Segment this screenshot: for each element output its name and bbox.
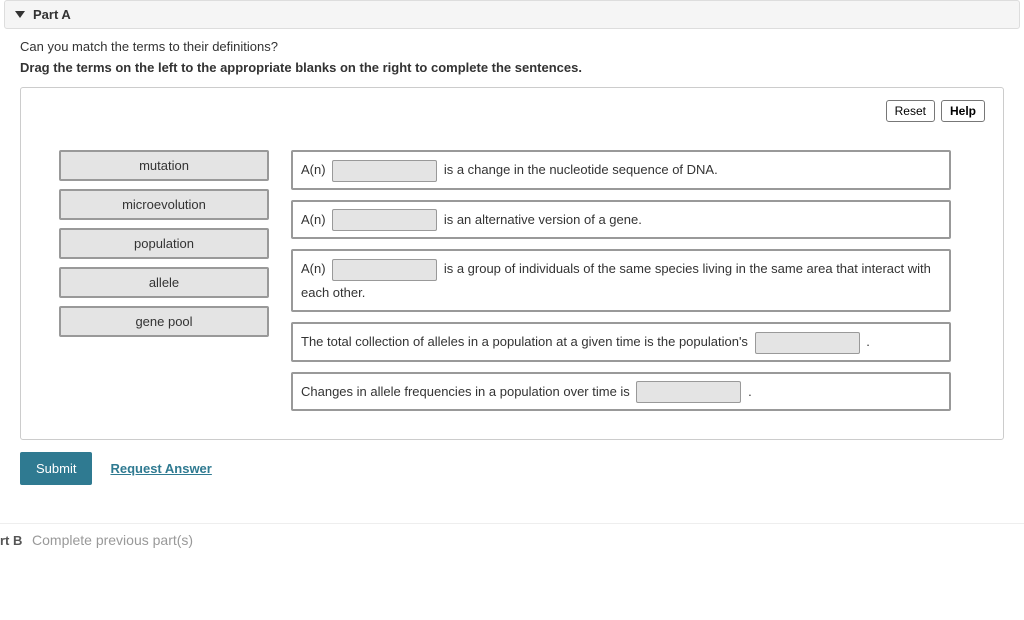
request-answer-link[interactable]: Request Answer bbox=[110, 461, 211, 476]
part-b-label: rt B bbox=[0, 533, 22, 548]
target-2: A(n) is an alternative version of a gene… bbox=[291, 200, 951, 240]
terms-column: mutation microevolution population allel… bbox=[59, 150, 269, 337]
term-mutation[interactable]: mutation bbox=[59, 150, 269, 181]
reset-button[interactable]: Reset bbox=[886, 100, 935, 122]
term-microevolution[interactable]: microevolution bbox=[59, 189, 269, 220]
term-gene-pool[interactable]: gene pool bbox=[59, 306, 269, 337]
term-population[interactable]: population bbox=[59, 228, 269, 259]
drop-slot-3[interactable] bbox=[332, 259, 437, 281]
part-b-row: rt B Complete previous part(s) bbox=[0, 523, 1024, 560]
targets-column: A(n) is a change in the nucleotide seque… bbox=[291, 150, 951, 411]
question-text: Can you match the terms to their definit… bbox=[20, 39, 1004, 54]
target-1-prefix: A(n) bbox=[301, 162, 326, 177]
target-5: Changes in allele frequencies in a popul… bbox=[291, 372, 951, 412]
top-button-row: Reset Help bbox=[39, 100, 985, 122]
target-4: The total collection of alleles in a pop… bbox=[291, 322, 951, 362]
target-3-prefix: A(n) bbox=[301, 261, 326, 276]
target-5-suffix: . bbox=[748, 384, 752, 399]
part-b-message: Complete previous part(s) bbox=[32, 532, 193, 548]
drag-area: mutation microevolution population allel… bbox=[39, 150, 985, 411]
term-allele[interactable]: allele bbox=[59, 267, 269, 298]
drop-slot-4[interactable] bbox=[755, 332, 860, 354]
part-a-content: Can you match the terms to their definit… bbox=[0, 39, 1024, 495]
submit-row: Submit Request Answer bbox=[20, 452, 1004, 485]
part-a-header[interactable]: Part A bbox=[4, 0, 1020, 29]
help-button[interactable]: Help bbox=[941, 100, 985, 122]
part-a-title: Part A bbox=[33, 7, 71, 22]
target-1: A(n) is a change in the nucleotide seque… bbox=[291, 150, 951, 190]
submit-button[interactable]: Submit bbox=[20, 452, 92, 485]
target-4-suffix: . bbox=[866, 334, 870, 349]
target-5-prefix: Changes in allele frequencies in a popul… bbox=[301, 384, 630, 399]
target-2-prefix: A(n) bbox=[301, 212, 326, 227]
target-4-prefix: The total collection of alleles in a pop… bbox=[301, 334, 748, 349]
activity-box: Reset Help mutation microevolution popul… bbox=[20, 87, 1004, 440]
drop-slot-5[interactable] bbox=[636, 381, 741, 403]
target-1-suffix: is a change in the nucleotide sequence o… bbox=[444, 162, 718, 177]
instruction-text: Drag the terms on the left to the approp… bbox=[20, 60, 1004, 75]
caret-down-icon bbox=[15, 11, 25, 18]
target-2-suffix: is an alternative version of a gene. bbox=[444, 212, 642, 227]
drop-slot-1[interactable] bbox=[332, 160, 437, 182]
drop-slot-2[interactable] bbox=[332, 209, 437, 231]
target-3: A(n) is a group of individuals of the sa… bbox=[291, 249, 951, 312]
